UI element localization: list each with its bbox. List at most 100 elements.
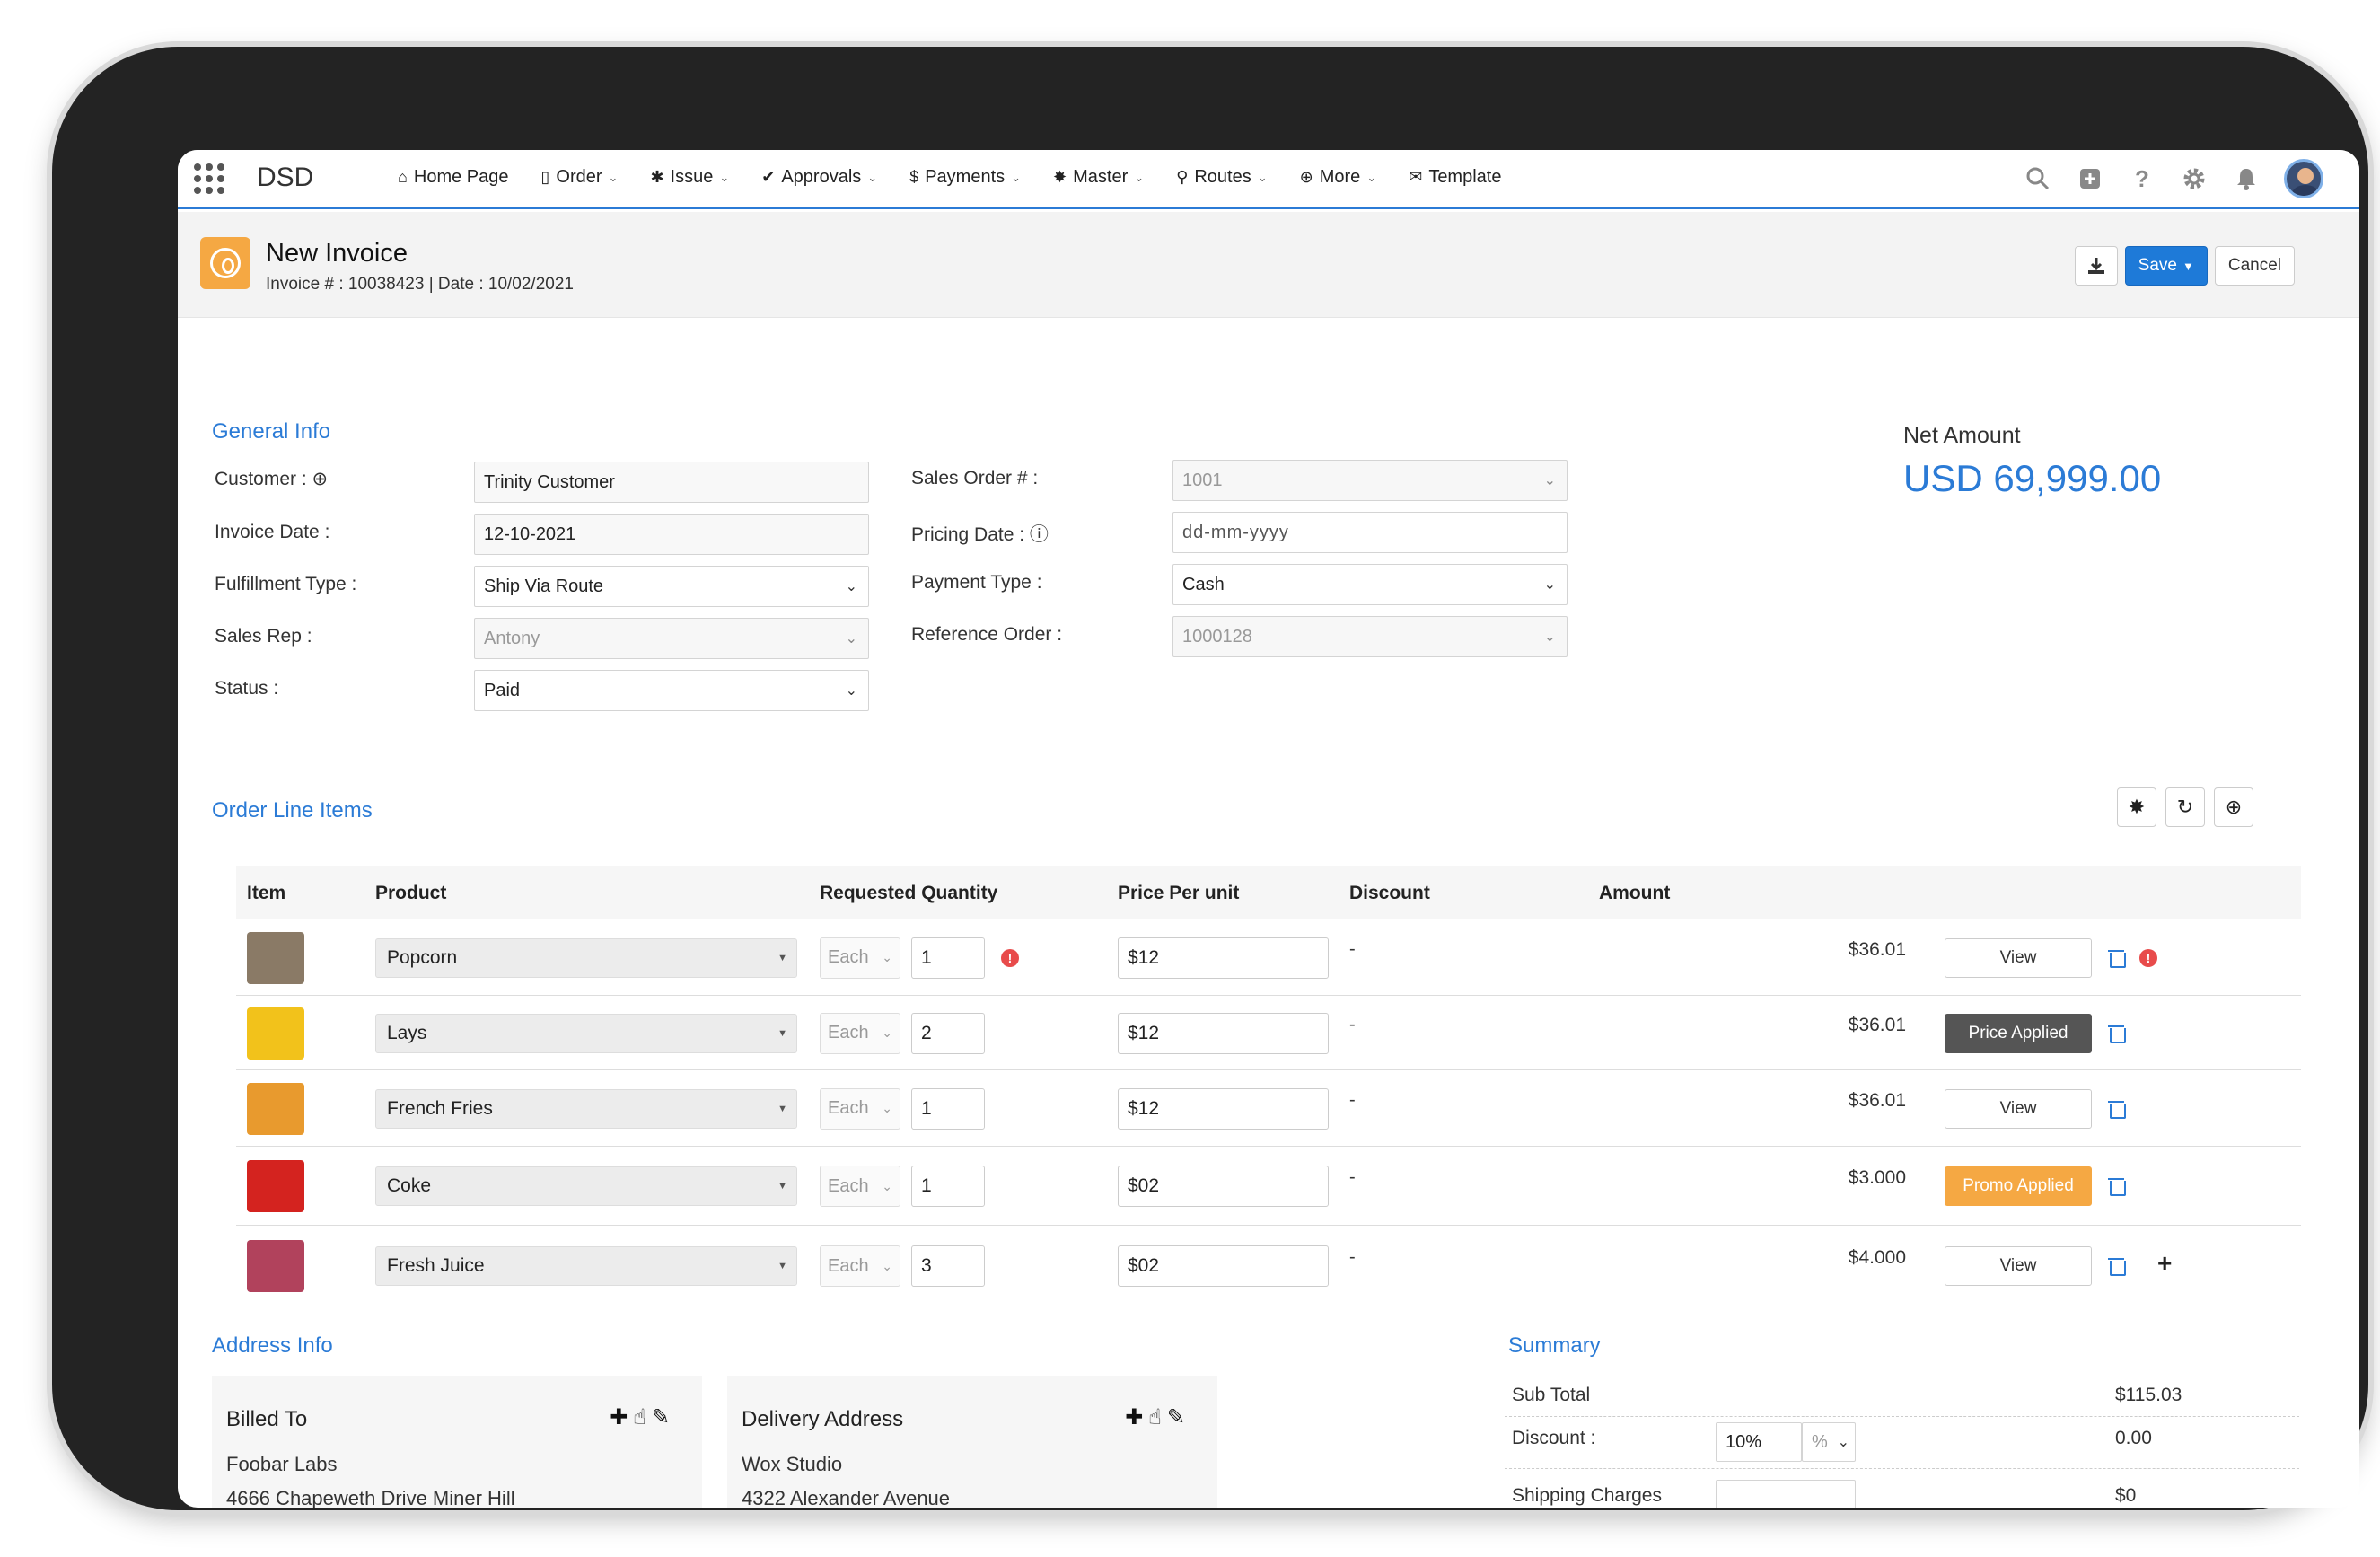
invoice-date-field[interactable]: 12-10-2021 [474,514,869,555]
line-action-button[interactable]: View [1945,1088,2092,1129]
col-discount: Discount [1349,883,1430,903]
sales-rep-select[interactable]: Antony ⌄ [474,618,869,659]
price-input[interactable]: $12 [1118,1012,1329,1054]
discount-unit-select[interactable]: % ⌄ [1802,1422,1856,1462]
add-square-icon[interactable] [2076,164,2104,193]
trash-icon[interactable] [2108,1024,2126,1043]
unit-select[interactable]: Each ⌄ [820,1012,900,1054]
amount-value: $36.01 [1848,938,1906,960]
product-select[interactable]: Coke ▼ [375,1166,797,1206]
add-row-icon[interactable]: + [2157,1249,2172,1278]
quantity-input[interactable]: 1 [911,937,985,979]
quantity-input[interactable]: 3 [911,1245,985,1287]
nav-item-order[interactable]: ▯ Order ⌄ [541,167,619,188]
gear-icon: ✸ [1053,168,1067,186]
chevron-down-icon: ⌄ [1543,629,1556,645]
nav-item-routes[interactable]: ⚲ Routes ⌄ [1176,167,1267,188]
net-amount-label: Net Amount [1903,423,2021,448]
pencil-icon[interactable]: ✎ [652,1404,670,1430]
shipping-input[interactable] [1716,1480,1856,1508]
chevron-down-icon: ⌄ [608,170,619,184]
pencil-icon[interactable]: ✎ [1167,1404,1185,1430]
app-screen: DSD ⌂ Home Page ▯ Order ⌄ ✱ Issue ⌄ ✔ Approvals ⌄ $… [178,150,2359,1508]
product-select[interactable]: Fresh Juice ▼ [375,1246,797,1286]
nav-item-payments[interactable]: $ Payments ⌄ [909,167,1021,188]
line-action-button[interactable]: Price Applied [1945,1013,2092,1053]
delivery-address-line: 4322 Alexander Avenue [742,1487,951,1508]
settings-icon[interactable] [2180,164,2209,193]
nav-item-master[interactable]: ✸ Master ⌄ [1053,167,1144,188]
plus-icon[interactable]: ✚ [610,1404,628,1430]
trash-icon[interactable] [2108,1099,2126,1119]
product-select[interactable]: Popcorn ▼ [375,937,797,978]
app-launcher-icon[interactable] [194,163,224,194]
chevron-down-icon: ⌄ [1366,170,1377,184]
reference-order-select[interactable]: 1000128 ⌄ [1172,616,1568,657]
chevron-down-icon: ⌄ [845,631,857,647]
cancel-button[interactable]: Cancel [2214,246,2295,286]
unit-select[interactable]: Each ⌄ [820,1166,900,1207]
nav-item-label: Payments [925,167,1006,187]
general-info-title: General Info [212,419,331,444]
add-customer-icon[interactable]: ⊕ [312,469,329,489]
unit-select[interactable]: Each ⌄ [820,1245,900,1287]
hand-pointer-icon[interactable]: ☝ [633,1404,646,1430]
plus-icon[interactable]: ✚ [1125,1404,1143,1430]
price-input[interactable]: $12 [1118,937,1329,979]
price-input[interactable]: $02 [1118,1245,1329,1287]
trash-icon[interactable] [2108,1256,2126,1276]
line-action-button[interactable]: Promo Applied [1945,1166,2092,1206]
trash-icon[interactable] [2108,948,2126,968]
billed-to-title: Billed To [226,1407,308,1431]
chevron-down-icon: ⌄ [882,950,892,964]
customer-field[interactable]: Trinity Customer [474,462,869,503]
plus-circle-icon: ⊕ [1299,168,1313,186]
billed-to-address: 4666 Chapeweth Drive Miner Hill [226,1487,515,1508]
nav-item-more[interactable]: ⊕ More ⌄ [1300,167,1377,188]
line-settings-button[interactable]: ✸ [2117,787,2156,827]
price-input[interactable]: $12 [1118,1087,1329,1130]
user-avatar[interactable] [2284,159,2323,198]
download-button[interactable] [2074,246,2118,286]
fulfillment-type-select[interactable]: Ship Via Route ⌄ [474,566,869,607]
quantity-input[interactable]: 1 [911,1087,985,1130]
add-line-button[interactable]: ⊕ [2214,787,2253,827]
unit-select[interactable]: Each ⌄ [820,937,900,979]
search-icon[interactable] [2024,164,2052,193]
invoice-icon [200,237,250,289]
line-action-button[interactable]: View [1945,937,2092,978]
refresh-button[interactable]: ↻ [2165,787,2205,827]
home-icon: ⌂ [398,168,408,186]
product-select[interactable]: French Fries ▼ [375,1088,797,1129]
nav-item-home-page[interactable]: ⌂ Home Page [398,167,509,188]
sub-total-value: $115.03 [2115,1385,2182,1405]
table-row: French Fries ▼ Each ⌄ 1 $12- $36.01 View [236,1070,2301,1147]
discount-input[interactable]: 10% [1716,1422,1802,1462]
reference-order-label: Reference Order : [911,624,1063,645]
help-icon[interactable]: ? [2128,164,2156,193]
caret-down-icon: ▼ [777,1181,787,1192]
sales-order-select[interactable]: 1001 ⌄ [1172,460,1568,501]
quantity-input[interactable]: 1 [911,1166,985,1207]
sub-total-label: Sub Total [1512,1385,1591,1405]
pricing-date-field[interactable]: dd-mm-yyyy [1172,512,1568,553]
hand-pointer-icon[interactable]: ☝ [1148,1404,1162,1430]
payment-type-select[interactable]: Cash ⌄ [1172,564,1568,605]
quantity-input[interactable]: 2 [911,1012,985,1054]
nav-item-template[interactable]: ✉ Template [1409,167,1501,188]
billed-to-card: Billed To ✚ ☝ ✎ Foobar Labs 4666 Chapeweth… [212,1376,702,1508]
unit-select[interactable]: Each ⌄ [820,1087,900,1130]
info-icon: ⓘ [1029,524,1049,545]
status-select[interactable]: Paid ⌄ [474,670,869,711]
trash-icon[interactable] [2108,1176,2126,1196]
nav-item-issue[interactable]: ✱ Issue ⌄ [650,167,729,188]
product-select[interactable]: Lays ▼ [375,1013,797,1053]
bell-icon[interactable] [2232,164,2261,193]
billed-to-name: Foobar Labs [226,1453,338,1475]
price-input[interactable]: $02 [1118,1166,1329,1207]
line-action-button[interactable]: View [1945,1246,2092,1286]
fulfillment-type-label: Fulfillment Type : [215,574,357,594]
product-thumbnail [247,1240,304,1292]
nav-item-approvals[interactable]: ✔ Approvals ⌄ [761,167,877,188]
save-button[interactable]: Save ▼ [2124,246,2208,286]
